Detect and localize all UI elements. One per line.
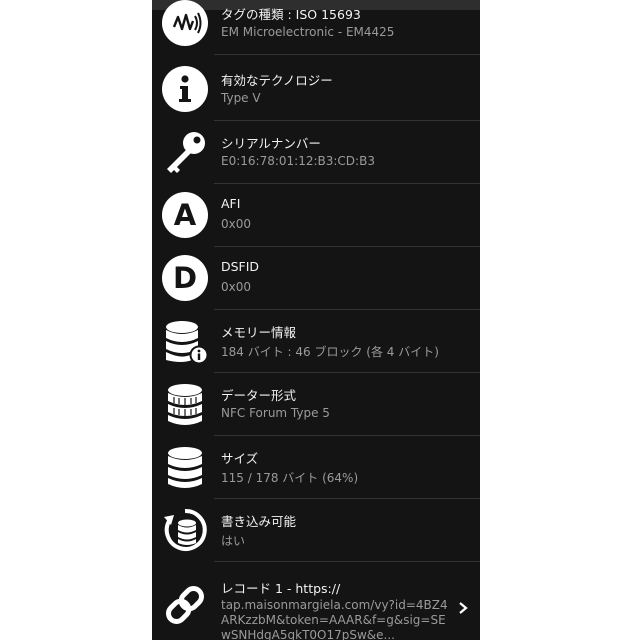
row-title: サイズ [221,451,259,466]
row-subtitle: はい [221,534,246,548]
row-title: タグの種類 : ISO 15693 [221,7,361,22]
nfc-icon [162,0,208,46]
row-technology[interactable]: 有効なテクノロジー Type V [152,58,480,121]
database-info-icon [162,318,209,365]
row-title: シリアルナンバー [221,136,321,151]
row-writable[interactable]: 書き込み可能 はい [152,499,480,562]
chevron-right-icon[interactable] [456,600,470,614]
database-write-icon [162,507,208,553]
row-subtitle: 0x00 [221,217,252,231]
record-title: レコード 1 - https:// [221,581,341,596]
row-data-format[interactable]: データー形式 NFC Forum Type 5 [152,373,480,436]
letter-d-icon: D [162,255,208,301]
database-format-icon [162,381,208,427]
row-subtitle: NFC Forum Type 5 [221,406,330,420]
row-subtitle: 115 / 178 バイト (64%) [221,471,359,485]
letter-a-icon: A [162,192,208,238]
row-subtitle: E0:16:78:01:12:B3:CD:B3 [221,154,375,168]
row-subtitle: EM Microelectronic - EM4425 [221,25,395,39]
row-subtitle: 184 バイト : 46 ブロック (各 4 バイト) [221,345,439,359]
record-url: tap.maisonmargiela.com/vy?id=4BZ4ARKzzbM… [221,598,448,640]
row-title: メモリー情報 [221,325,297,340]
nfc-tag-info-screen: タグの種類 : ISO 15693 EM Microelectronic - E… [152,0,480,640]
row-tag-type[interactable]: タグの種類 : ISO 15693 EM Microelectronic - E… [152,0,480,55]
row-size[interactable]: サイズ 115 / 178 バイト (64%) [152,436,480,499]
key-icon [162,129,208,175]
row-memory-info[interactable]: メモリー情報 184 バイト : 46 ブロック (各 4 バイト) [152,310,480,373]
row-subtitle: 0x00 [221,280,252,294]
divider [214,54,480,55]
row-title: 書き込み可能 [221,514,297,529]
row-afi[interactable]: A AFI 0x00 [152,184,480,247]
database-size-icon [162,444,208,490]
row-title: 有効なテクノロジー [221,73,333,88]
link-icon [162,582,208,628]
row-dsfid[interactable]: D DSFID 0x00 [152,247,480,310]
row-title: データー形式 [221,388,297,403]
row-serial-number[interactable]: シリアルナンバー E0:16:78:01:12:B3:CD:B3 [152,121,480,184]
row-title: DSFID [221,259,260,274]
letter-a-glyph: A [162,192,208,238]
info-icon [162,66,208,112]
letter-d-glyph: D [162,255,208,301]
row-title: AFI [221,196,241,211]
row-subtitle: Type V [221,91,261,105]
